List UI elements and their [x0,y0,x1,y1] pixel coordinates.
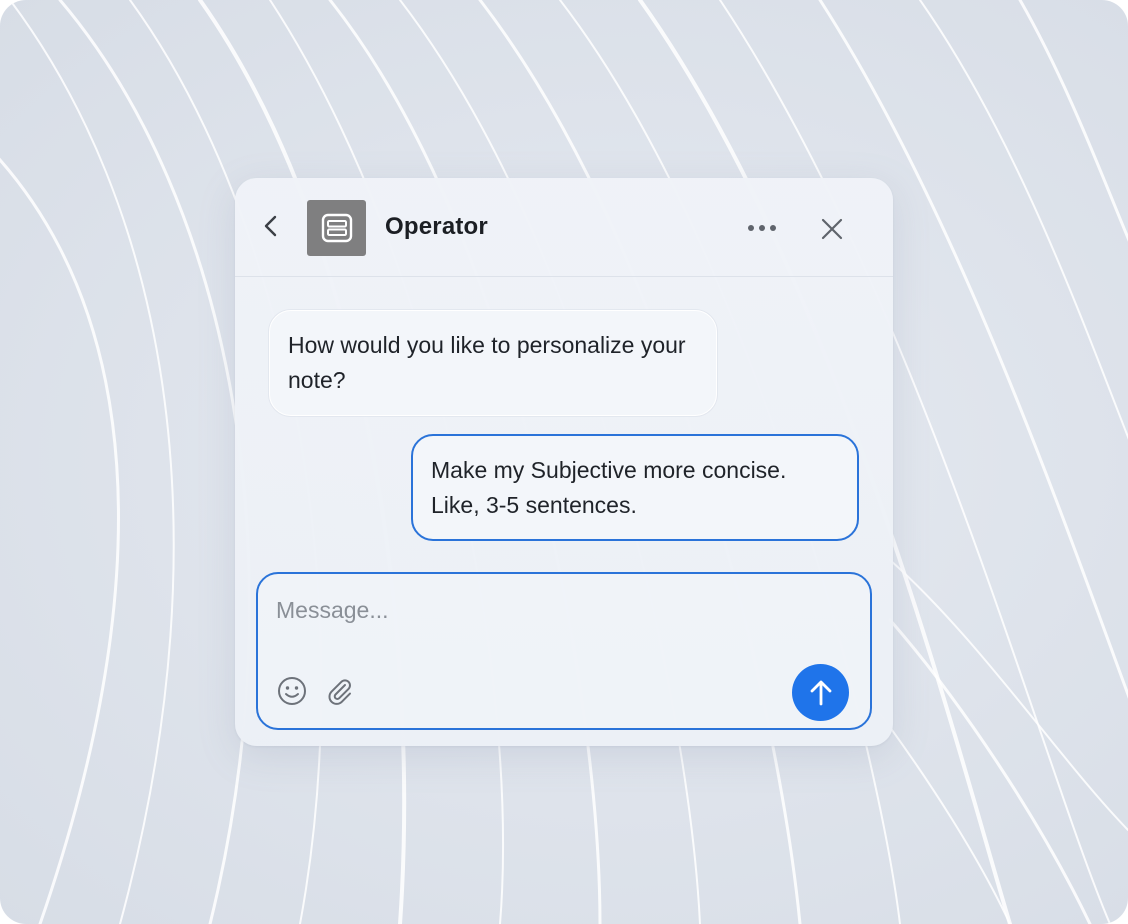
more-options-button[interactable] [745,216,779,240]
message-input[interactable] [276,590,776,630]
close-button[interactable] [819,216,845,242]
chat-header: Operator [235,178,893,277]
operator-avatar [307,200,366,256]
paperclip-icon [328,679,351,705]
smiley-icon [278,677,306,705]
arrow-up-icon [810,680,831,705]
user-message-bubble: Make my Subjective more concise. Like, 3… [411,434,859,541]
back-button[interactable] [259,214,283,238]
more-horizontal-icon [748,225,776,231]
attach-button[interactable] [322,674,356,708]
chevron-left-icon [264,215,277,237]
operator-chat-panel: Operator How would you like to personali… [235,178,893,746]
send-button[interactable] [792,664,849,721]
page-background: Operator How would you like to personali… [0,0,1128,924]
assistant-message-bubble: How would you like to personalize your n… [269,310,717,416]
emoji-button[interactable] [275,674,309,708]
close-icon [821,218,843,240]
chat-title: Operator [385,213,488,240]
message-composer [256,572,872,730]
operator-card-icon [321,213,352,243]
